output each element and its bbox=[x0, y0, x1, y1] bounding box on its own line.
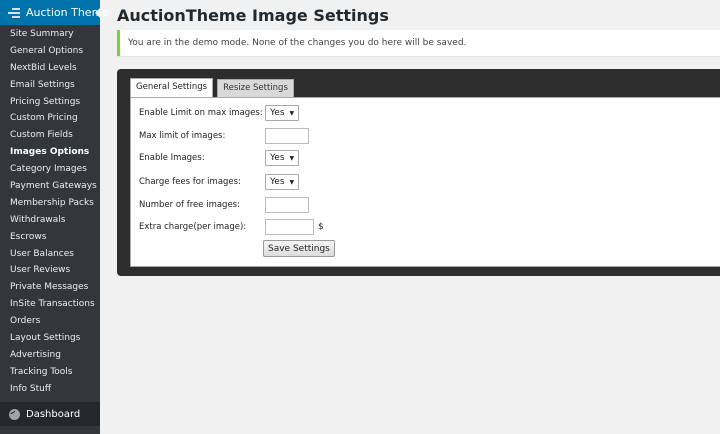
general-settings-form: Enable Limit on max images: Yes ▼ Max li… bbox=[130, 97, 720, 267]
page-title: AuctionTheme Image Settings bbox=[117, 6, 389, 25]
demo-mode-notice: You are in the demo mode. None of the ch… bbox=[117, 30, 720, 56]
save-settings-button[interactable]: Save Settings bbox=[263, 240, 335, 257]
enable-images-value: Yes bbox=[270, 153, 285, 163]
sidebar-header-auction-theme[interactable]: Auction Theme bbox=[0, 0, 109, 25]
form-row-extra-charge: Extra charge(per image): $ bbox=[139, 219, 324, 235]
sidebar-submenu: Site Summary General Options NextBid Lev… bbox=[0, 25, 100, 398]
extra-charge-input[interactable] bbox=[265, 219, 314, 235]
sidebar-item-general-options[interactable]: General Options bbox=[0, 43, 100, 60]
settings-tabs: General Settings Resize Settings bbox=[130, 78, 298, 98]
tab-general-settings[interactable]: General Settings bbox=[130, 78, 214, 98]
sidebar-item-orders[interactable]: Orders bbox=[0, 313, 100, 330]
enable-images-select[interactable]: Yes ▼ bbox=[265, 150, 300, 166]
sidebar-item-custom-pricing[interactable]: Custom Pricing bbox=[0, 110, 100, 127]
sidebar-item-site-summary[interactable]: Site Summary bbox=[0, 26, 100, 43]
sidebar-item-membership-packs[interactable]: Membership Packs bbox=[0, 195, 100, 212]
free-images-input[interactable] bbox=[265, 197, 309, 213]
enable-limit-value: Yes bbox=[270, 108, 285, 118]
list-icon bbox=[8, 7, 20, 18]
sidebar-item-dashboard[interactable]: Dashboard bbox=[0, 402, 100, 426]
sidebar-item-custom-fields[interactable]: Custom Fields bbox=[0, 127, 100, 144]
tab-resize-settings[interactable]: Resize Settings bbox=[217, 79, 294, 98]
form-row-free-images: Number of free images: bbox=[139, 197, 309, 213]
max-limit-input[interactable] bbox=[265, 128, 309, 144]
currency-symbol: $ bbox=[318, 222, 324, 232]
extra-charge-label: Extra charge(per image): bbox=[139, 222, 247, 232]
sidebar-item-user-balances[interactable]: User Balances bbox=[0, 246, 100, 263]
dashboard-gauge-icon bbox=[9, 408, 20, 420]
sidebar-item-escrows[interactable]: Escrows bbox=[0, 229, 100, 246]
form-row-enable-limit: Enable Limit on max images: Yes ▼ bbox=[139, 105, 300, 121]
sidebar-item-withdrawals[interactable]: Withdrawals bbox=[0, 212, 100, 229]
form-row-charge-fees: Charge fees for images: Yes ▼ bbox=[139, 174, 300, 190]
sidebar-item-pricing-settings[interactable]: Pricing Settings bbox=[0, 94, 100, 111]
max-limit-label: Max limit of images: bbox=[139, 131, 226, 141]
enable-images-label: Enable Images: bbox=[139, 153, 205, 163]
admin-sidebar: Auction Theme Site Summary General Optio… bbox=[0, 0, 109, 434]
sidebar-item-tracking-tools[interactable]: Tracking Tools bbox=[0, 364, 100, 381]
free-images-label: Number of free images: bbox=[139, 200, 240, 210]
notice-text: You are in the demo mode. None of the ch… bbox=[128, 38, 467, 48]
charge-fees-select[interactable]: Yes ▼ bbox=[265, 174, 300, 190]
dropdown-caret-icon: ▼ bbox=[289, 154, 295, 162]
charge-fees-label: Charge fees for images: bbox=[139, 177, 241, 187]
sidebar-item-info-stuff[interactable]: Info Stuff bbox=[0, 381, 100, 398]
sidebar-item-user-reviews[interactable]: User Reviews bbox=[0, 262, 100, 279]
sidebar-item-private-messages[interactable]: Private Messages bbox=[0, 279, 100, 296]
sidebar-item-images-options[interactable]: Images Options bbox=[0, 144, 100, 161]
charge-fees-value: Yes bbox=[270, 177, 285, 187]
sidebar-item-advertising[interactable]: Advertising bbox=[0, 347, 100, 364]
sidebar-item-insite-transactions[interactable]: InSite Transactions bbox=[0, 296, 100, 313]
dropdown-caret-icon: ▼ bbox=[289, 109, 295, 117]
form-row-enable-images: Enable Images: Yes ▼ bbox=[139, 150, 300, 166]
form-row-max-limit: Max limit of images: bbox=[139, 128, 309, 144]
settings-panel: General Settings Resize Settings Enable … bbox=[117, 69, 720, 276]
sidebar-item-nextbid-levels[interactable]: NextBid Levels bbox=[0, 60, 100, 77]
enable-limit-label: Enable Limit on max images: bbox=[139, 108, 263, 118]
current-menu-pointer bbox=[95, 7, 101, 19]
dropdown-caret-icon: ▼ bbox=[289, 178, 295, 186]
dashboard-label: Dashboard bbox=[26, 408, 81, 420]
enable-limit-select[interactable]: Yes ▼ bbox=[265, 105, 300, 121]
sidebar-item-layout-settings[interactable]: Layout Settings bbox=[0, 330, 100, 347]
sidebar-item-payment-gateways[interactable]: Payment Gateways bbox=[0, 178, 100, 195]
sidebar-item-category-images[interactable]: Category Images bbox=[0, 161, 100, 178]
sidebar-item-email-settings[interactable]: Email Settings bbox=[0, 77, 100, 94]
